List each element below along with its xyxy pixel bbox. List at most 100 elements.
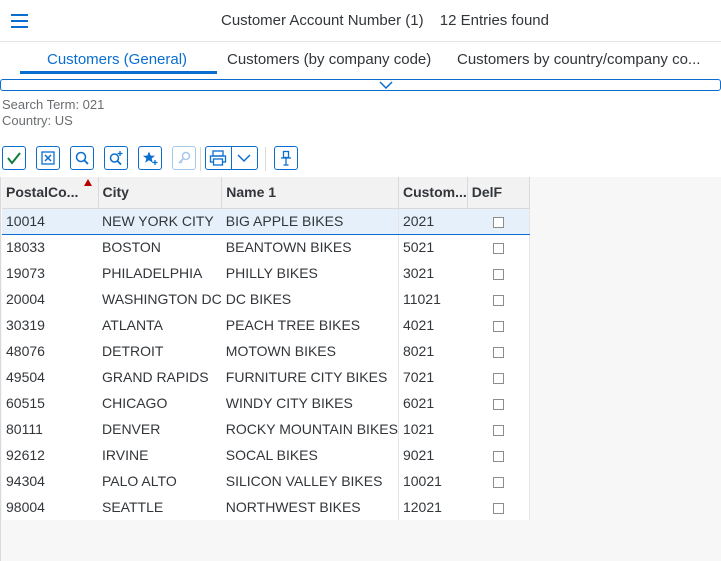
- cell-city: WASHINGTON DC: [98, 286, 222, 312]
- results-grid: PostalCo... City Name 1 Custom... DelF 1…: [0, 177, 721, 561]
- cell-customer: 5021: [402, 239, 435, 256]
- table-row[interactable]: 19073 PHILADELPHIA PHILLY BIKES 3021: [2, 260, 530, 286]
- cell-delete-flag: [467, 312, 530, 338]
- cell-postal-code: 94304: [2, 468, 98, 494]
- table-row[interactable]: 20004 WASHINGTON DC DC BIKES 11021: [2, 286, 530, 312]
- table-row[interactable]: 92612 IRVINE SOCAL BIKES 9021: [2, 442, 530, 468]
- toolbar: [0, 146, 721, 174]
- delete-flag-checkbox[interactable]: [492, 294, 504, 306]
- expand-criteria-bar[interactable]: [0, 79, 721, 91]
- print-options-button[interactable]: [231, 146, 258, 170]
- search-icon: [75, 151, 89, 165]
- table-row[interactable]: 18033 BOSTON BEANTOWN BIKES 5021: [2, 234, 530, 260]
- cell-delete-flag: [467, 286, 530, 312]
- cell-delete-flag: [467, 207, 530, 235]
- dialog-header: Customer Account Number (1) 12 Entries f…: [0, 0, 721, 42]
- table-row[interactable]: 60515 CHICAGO WINDY CITY BIKES 6021: [2, 390, 530, 416]
- column-header-postal-code[interactable]: PostalCo...: [2, 177, 99, 209]
- cell-name: SOCAL BIKES: [221, 442, 399, 468]
- tab-customers-country-company[interactable]: Customers by country/company co...: [457, 51, 700, 68]
- pin-icon: [281, 150, 291, 166]
- tab-customers-general[interactable]: Customers (General): [47, 51, 187, 68]
- column-header-delete-flag[interactable]: DelF: [467, 177, 530, 209]
- favorite-icon: [143, 151, 158, 165]
- cell-postal-code: 92612: [2, 442, 98, 468]
- cell-name: NORTHWEST BIKES: [221, 494, 399, 520]
- cell-customer: 7021: [402, 369, 435, 385]
- table-row[interactable]: 49504 GRAND RAPIDS FURNITURE CITY BIKES 702…: [2, 364, 530, 390]
- cell-name: ROCKY MOUNTAIN BIKES: [221, 416, 399, 442]
- delete-flag-checkbox[interactable]: [492, 450, 504, 462]
- cell-name: PHILLY BIKES: [221, 260, 399, 286]
- cell-delete-flag: [467, 390, 530, 416]
- cell-postal-code: 30319: [2, 312, 98, 338]
- link-icon: [178, 151, 191, 164]
- delete-flag-checkbox[interactable]: [492, 424, 504, 436]
- delete-flag-checkbox[interactable]: [492, 398, 504, 410]
- cancel-icon: [41, 151, 55, 165]
- cell-delete-flag: [467, 338, 530, 364]
- search-more-button[interactable]: [104, 146, 128, 170]
- entries-count: 12 Entries found: [439, 12, 549, 29]
- print-button[interactable]: [205, 146, 232, 170]
- cell-customer: 10021: [402, 473, 442, 489]
- results-table: PostalCo... City Name 1 Custom... DelF 1…: [2, 177, 530, 520]
- cell-name: PEACH TREE BIKES: [221, 312, 399, 338]
- cell-city: CHICAGO: [98, 390, 222, 416]
- cell-name: MOTOWN BIKES: [221, 338, 399, 364]
- cell-city: NEW YORK CITY: [98, 207, 222, 235]
- cell-delete-flag: [467, 364, 530, 390]
- cell-city: GRAND RAPIDS: [98, 364, 222, 390]
- cell-postal-code: 48076: [2, 338, 98, 364]
- delete-flag-checkbox[interactable]: [492, 476, 504, 488]
- table-row[interactable]: 80111 DENVER ROCKY MOUNTAIN BIKES 1021: [2, 416, 530, 442]
- cancel-button[interactable]: [36, 146, 60, 170]
- delete-flag-checkbox[interactable]: [492, 320, 504, 332]
- cell-city: DETROIT: [98, 338, 222, 364]
- cell-postal-code: 19073: [2, 260, 98, 286]
- search-button[interactable]: [70, 146, 94, 170]
- delete-flag-checkbox[interactable]: [492, 502, 504, 514]
- cell-customer: 8021: [402, 343, 435, 359]
- delete-flag-checkbox[interactable]: [492, 268, 504, 280]
- table-row[interactable]: 94304 PALO ALTO SILICON VALLEY BIKES 10021: [2, 468, 530, 494]
- cell-city: SEATTLE: [98, 494, 222, 520]
- cell-delete-flag: [467, 416, 530, 442]
- table-row[interactable]: 10014 NEW YORK CITY BIG APPLE BIKES 2021: [2, 207, 530, 235]
- confirm-button[interactable]: [2, 146, 26, 170]
- cell-customer: 9021: [402, 447, 435, 463]
- cell-customer: 4021: [402, 317, 435, 333]
- table-row[interactable]: 48076 DETROIT MOTOWN BIKES 8021: [2, 338, 530, 364]
- toolbar-separator: [265, 147, 266, 171]
- chevron-down-icon: [379, 81, 393, 89]
- cell-customer: 12021: [402, 499, 442, 515]
- pin-button[interactable]: [274, 146, 298, 170]
- table-row[interactable]: 30319 ATLANTA PEACH TREE BIKES 4021: [2, 312, 530, 338]
- column-header-customer[interactable]: Custom...: [398, 177, 468, 209]
- cell-city: IRVINE: [98, 442, 222, 468]
- cell-customer: 1021: [402, 421, 435, 437]
- dialog-title: Customer Account Number (1) 12 Entries f…: [0, 12, 721, 29]
- cell-postal-code: 10014: [2, 207, 98, 235]
- delete-flag-checkbox[interactable]: [492, 372, 504, 384]
- table-header-row: PostalCo... City Name 1 Custom... DelF: [2, 177, 530, 209]
- cell-city: PHILADELPHIA: [98, 260, 222, 286]
- country-criteria: Country: US: [2, 113, 73, 128]
- cell-name: DC BIKES: [221, 286, 399, 312]
- cell-delete-flag: [467, 260, 530, 286]
- tab-customers-company-code[interactable]: Customers (by company code): [227, 51, 431, 68]
- favorites-button[interactable]: [138, 146, 162, 170]
- delete-flag-checkbox[interactable]: [492, 243, 504, 255]
- delete-flag-checkbox[interactable]: [492, 346, 504, 358]
- print-icon: [209, 150, 227, 166]
- table-row[interactable]: 98004 SEATTLE NORTHWEST BIKES 12021: [2, 494, 530, 520]
- column-header-city[interactable]: City: [98, 177, 223, 209]
- column-header-name[interactable]: Name 1: [221, 177, 399, 209]
- delete-flag-checkbox[interactable]: [492, 216, 504, 228]
- link-button[interactable]: [172, 146, 196, 170]
- cell-postal-code: 18033: [2, 234, 98, 260]
- cell-postal-code: 20004: [2, 286, 98, 312]
- cell-name: WINDY CITY BIKES: [221, 390, 399, 416]
- cell-city: PALO ALTO: [98, 468, 222, 494]
- title-text: Customer Account Number (1): [221, 12, 424, 29]
